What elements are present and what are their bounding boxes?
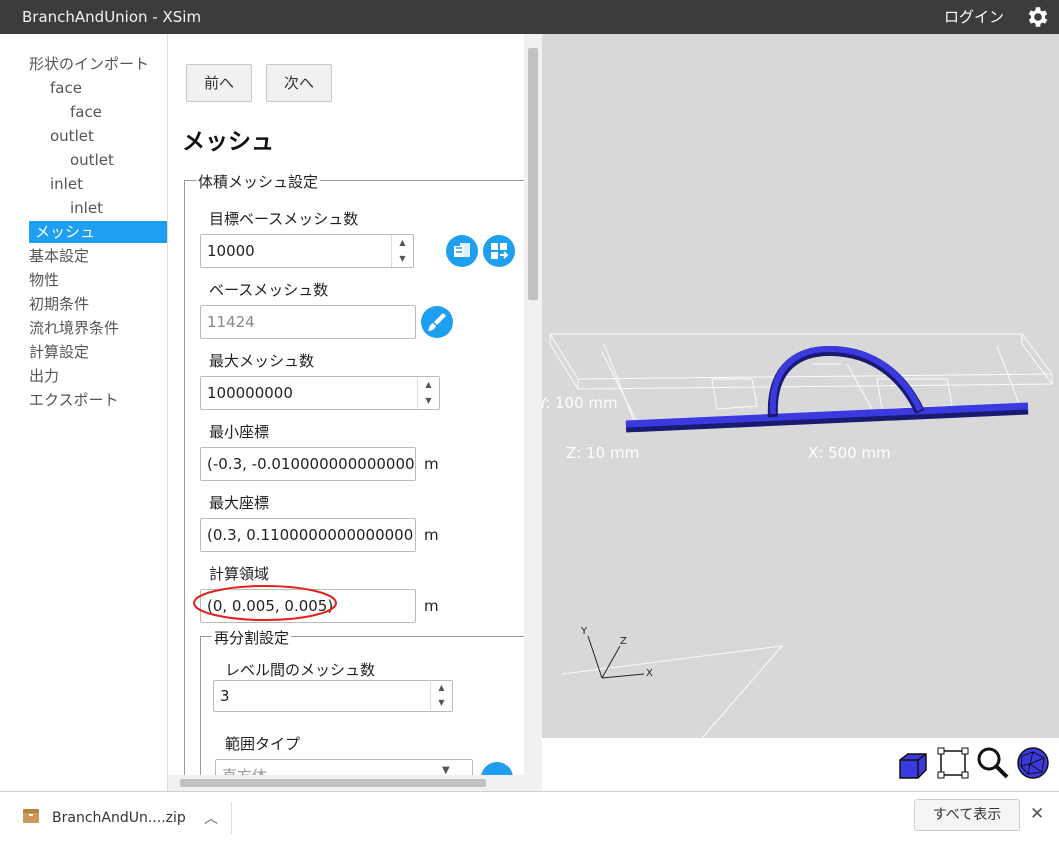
- sidebar-item-mesh[interactable]: メッシュ: [29, 221, 167, 243]
- page-title: メッシュ: [182, 129, 274, 155]
- axis-x-label: X: [646, 668, 653, 679]
- close-icon[interactable]: ✕: [1030, 804, 1044, 824]
- show-all-button[interactable]: すべて表示: [914, 799, 1020, 831]
- sidebar-item-outlet-child[interactable]: outlet: [70, 149, 114, 171]
- mesh-settings-panel: 前へ 次へ メッシュ 体積メッシュ設定 目標ベースメッシュ数 10000 ▲ ▼ …: [168, 34, 542, 791]
- max-coord-label: 最大座標: [209, 494, 270, 512]
- sidebar-item-calc-settings[interactable]: 計算設定: [29, 341, 89, 363]
- title-bar: BranchAndUnion - XSim ログイン: [0, 0, 1059, 34]
- sidebar-item-inlet[interactable]: inlet: [50, 173, 83, 195]
- volume-mesh-legend: 体積メッシュ設定: [196, 171, 321, 192]
- level-mesh-label: レベル間のメッシュ数: [225, 661, 376, 679]
- viewport-toolbar: [542, 738, 1059, 791]
- sidebar-nav: 形状のインポート face face outlet outlet inlet i…: [3, 34, 168, 791]
- target-base-mesh-label: 目標ベースメッシュ数: [209, 210, 359, 228]
- fit-frame-icon[interactable]: [936, 746, 970, 780]
- sidebar-item-export[interactable]: エクスポート: [29, 389, 119, 411]
- download-bar: BranchAndUn....zip ︿ すべて表示 ✕: [0, 791, 1059, 843]
- model-render: Y: 100 mm Z: 10 mm X: 500 mm Y Z X: [542, 333, 1053, 738]
- sidebar-item-inlet-child[interactable]: inlet: [70, 197, 103, 219]
- download-file-name: BranchAndUn....zip: [52, 810, 186, 826]
- highlight-ellipse: [193, 585, 337, 621]
- horizontal-scrollbar[interactable]: [168, 775, 524, 791]
- sidebar-item-flow-boundary[interactable]: 流れ境界条件: [29, 317, 119, 339]
- domain-unit: m: [424, 597, 439, 615]
- next-button[interactable]: 次へ: [266, 64, 332, 102]
- min-coord-input[interactable]: (-0.3, -0.0100000000000000: [200, 447, 416, 481]
- zoom-icon[interactable]: [976, 746, 1010, 780]
- cube-view-icon[interactable]: [896, 748, 930, 782]
- level-mesh-input[interactable]: 3: [213, 680, 453, 712]
- sidebar-item-face[interactable]: face: [50, 77, 82, 99]
- 3d-viewport[interactable]: Y: 100 mm Z: 10 mm X: 500 mm Y Z X: [542, 34, 1059, 738]
- target-base-mesh-stepper[interactable]: ▲ ▼: [391, 235, 413, 267]
- apply-mesh-icon[interactable]: [446, 235, 478, 267]
- download-item[interactable]: BranchAndUn....zip ︿: [16, 802, 232, 834]
- app-title: BranchAndUnion - XSim: [22, 8, 202, 26]
- max-mesh-label: 最大メッシュ数: [209, 352, 315, 370]
- prev-button[interactable]: 前へ: [186, 64, 252, 102]
- chevron-up-icon[interactable]: ︿: [204, 808, 218, 828]
- target-base-mesh-input[interactable]: 10000: [200, 234, 414, 268]
- gear-icon[interactable]: [1024, 4, 1052, 30]
- generate-mesh-icon[interactable]: [483, 235, 515, 267]
- vertical-scrollbar[interactable]: [524, 34, 542, 791]
- sidebar-item-output[interactable]: 出力: [29, 365, 59, 387]
- domain-label: 計算領域: [209, 565, 270, 583]
- dim-label-z: Z: 10 mm: [566, 444, 639, 462]
- axis-z-label: Z: [620, 636, 627, 647]
- max-mesh-stepper[interactable]: ▲ ▼: [417, 377, 439, 409]
- wireframe-sphere-icon[interactable]: [1016, 746, 1050, 780]
- login-link[interactable]: ログイン: [944, 6, 1004, 27]
- max-coord-unit: m: [424, 526, 439, 544]
- archive-icon: [23, 809, 39, 823]
- sidebar-item-outlet[interactable]: outlet: [50, 125, 94, 147]
- level-mesh-stepper[interactable]: ▲ ▼: [430, 680, 452, 710]
- sidebar-item-basic-settings[interactable]: 基本設定: [29, 245, 89, 267]
- axis-triad: [587, 635, 645, 679]
- base-mesh-count-field: 11424: [200, 305, 416, 339]
- sidebar-item-initial-conditions[interactable]: 初期条件: [29, 293, 89, 315]
- axis-y-label: Y: [580, 626, 588, 637]
- max-coord-input[interactable]: (0.3, 0.11000000000000001: [200, 518, 416, 552]
- refine-legend: 再分割設定: [212, 627, 292, 648]
- sidebar-item-import[interactable]: 形状のインポート: [29, 53, 149, 75]
- sidebar-item-properties[interactable]: 物性: [29, 269, 59, 291]
- dim-label-x: X: 500 mm: [808, 444, 891, 462]
- range-type-label: 範囲タイプ: [225, 735, 301, 753]
- brush-icon[interactable]: [421, 306, 453, 338]
- base-mesh-label: ベースメッシュ数: [209, 281, 329, 299]
- min-coord-label: 最小座標: [209, 423, 270, 441]
- sidebar-item-face-child[interactable]: face: [70, 101, 102, 123]
- max-mesh-input[interactable]: 100000000: [200, 376, 440, 410]
- min-coord-unit: m: [424, 455, 439, 473]
- dim-label-y: Y: 100 mm: [542, 394, 618, 412]
